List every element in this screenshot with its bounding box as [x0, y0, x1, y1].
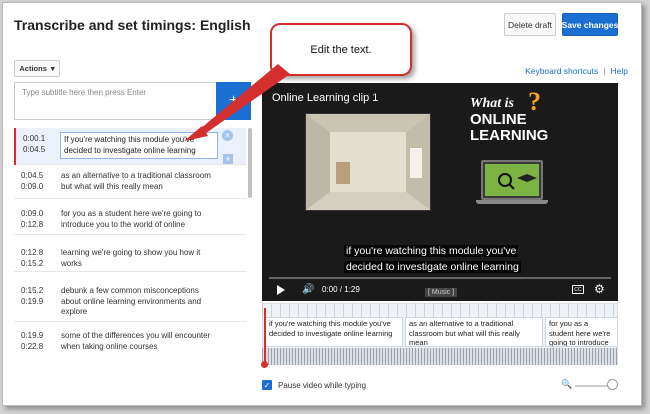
- volume-icon[interactable]: 🔊: [302, 284, 314, 295]
- timeline-segment[interactable]: if you're watching this module you've de…: [265, 317, 403, 347]
- add-subtitle-button[interactable]: +: [216, 82, 251, 120]
- link-separator: |: [603, 66, 606, 76]
- row-start-time[interactable]: 0:15.2: [21, 286, 51, 297]
- subtitle-list: 0:00.1 0:04.5 0:04.5 0:09.0 as an altern…: [14, 125, 254, 370]
- row-start-time[interactable]: 0:04.5: [21, 171, 51, 182]
- row-text[interactable]: for you as a student here we're going to…: [61, 209, 213, 230]
- row-text[interactable]: as an alternative to a traditional class…: [61, 171, 213, 192]
- subtitle-edit-field[interactable]: If you're watching this module you've de…: [60, 132, 218, 159]
- delete-draft-button[interactable]: Delete draft: [504, 13, 556, 36]
- timeline-segment[interactable]: as an alternative to a traditional class…: [405, 317, 543, 347]
- pause-checkbox[interactable]: ✓: [262, 380, 272, 390]
- gear-icon[interactable]: ⚙: [594, 282, 605, 296]
- caption-line: if you're watching this module you've: [344, 245, 519, 257]
- delete-row-icon[interactable]: ×: [222, 130, 233, 141]
- insert-row-icon[interactable]: +: [223, 154, 233, 164]
- zoom-icon: 🔍: [561, 379, 573, 389]
- row-start-time[interactable]: 0:19.9: [21, 331, 51, 342]
- timeline-ruler: [262, 303, 618, 317]
- plus-icon: +: [228, 92, 239, 109]
- caret-down-icon: ▾: [50, 64, 55, 73]
- subtitle-row[interactable]: 0:15.2 0:19.9 debunk a few common miscon…: [14, 272, 246, 322]
- row-start-time[interactable]: 0:12.8: [21, 248, 51, 259]
- video-caption: if you're watching this module you've de…: [344, 243, 539, 275]
- list-scrollbar[interactable]: [248, 128, 252, 198]
- subtitle-row[interactable]: 0:19.9 0:22.8 some of the differences yo…: [14, 322, 246, 360]
- zoom-slider-handle[interactable]: [607, 379, 618, 390]
- classroom-illustration: [305, 113, 431, 211]
- timeline-segment[interactable]: for you as a student here we're going to…: [545, 317, 618, 347]
- logo-learning: LEARNING: [470, 127, 549, 144]
- help-links: Keyboard shortcuts | Help: [525, 66, 628, 76]
- page-title: Transcribe and set timings: English: [14, 17, 251, 33]
- save-changes-button[interactable]: Save changes: [562, 13, 618, 36]
- logo-what-is: What is: [470, 96, 514, 111]
- help-link[interactable]: Help: [611, 66, 628, 76]
- subtitle-input[interactable]: Type subtitle here then press Enter: [14, 82, 216, 120]
- subtitle-row[interactable]: 0:12.8 0:15.2 learning we're going to sh…: [14, 235, 246, 272]
- row-end-time[interactable]: 0:04.5: [23, 145, 53, 156]
- actions-label: Actions: [19, 64, 47, 73]
- row-text[interactable]: debunk a few common misconceptions about…: [61, 286, 221, 318]
- music-tag: [ Music ]: [425, 288, 458, 297]
- pause-label: Pause video while typing: [278, 381, 367, 390]
- video-title: Online Learning clip 1: [272, 92, 379, 104]
- row-text[interactable]: some of the differences you will encount…: [61, 331, 226, 352]
- keyboard-shortcuts-link[interactable]: Keyboard shortcuts: [525, 66, 598, 76]
- caption-line: decided to investigate online learning: [344, 261, 521, 273]
- laptop-screen-icon: [485, 164, 539, 196]
- timeline-playhead[interactable]: [264, 308, 266, 365]
- row-text[interactable]: learning we're going to show you how it …: [61, 248, 213, 269]
- video-time: 0:00 / 1:29: [322, 285, 360, 294]
- playhead-handle[interactable]: [261, 361, 268, 368]
- audio-waveform: [262, 348, 618, 365]
- subtitle-row[interactable]: 0:09.0 0:12.8 for you as a student here …: [14, 199, 246, 235]
- row-end-time[interactable]: 0:09.0: [21, 182, 51, 193]
- captions-icon[interactable]: CC: [572, 285, 584, 294]
- row-start-time[interactable]: 0:09.0: [21, 209, 51, 220]
- row-end-time[interactable]: 0:12.8: [21, 220, 51, 231]
- logo-online-learning: ONLINE LEARNING: [470, 112, 548, 144]
- laptop-base: [476, 200, 548, 204]
- row-end-time[interactable]: 0:15.2: [21, 259, 51, 270]
- row-end-time[interactable]: 0:19.9: [21, 297, 51, 308]
- callout-box: Edit the text.: [270, 23, 412, 76]
- row-start-time[interactable]: 0:00.1: [23, 134, 53, 145]
- video-progress-bar[interactable]: [269, 277, 611, 279]
- play-icon[interactable]: [277, 285, 285, 295]
- row-end-time[interactable]: 0:22.8: [21, 342, 51, 353]
- logo-online: ONLINE: [470, 111, 527, 128]
- actions-dropdown[interactable]: Actions ▾: [14, 60, 60, 77]
- subtitle-row[interactable]: 0:04.5 0:09.0 as an alternative to a tra…: [14, 165, 246, 199]
